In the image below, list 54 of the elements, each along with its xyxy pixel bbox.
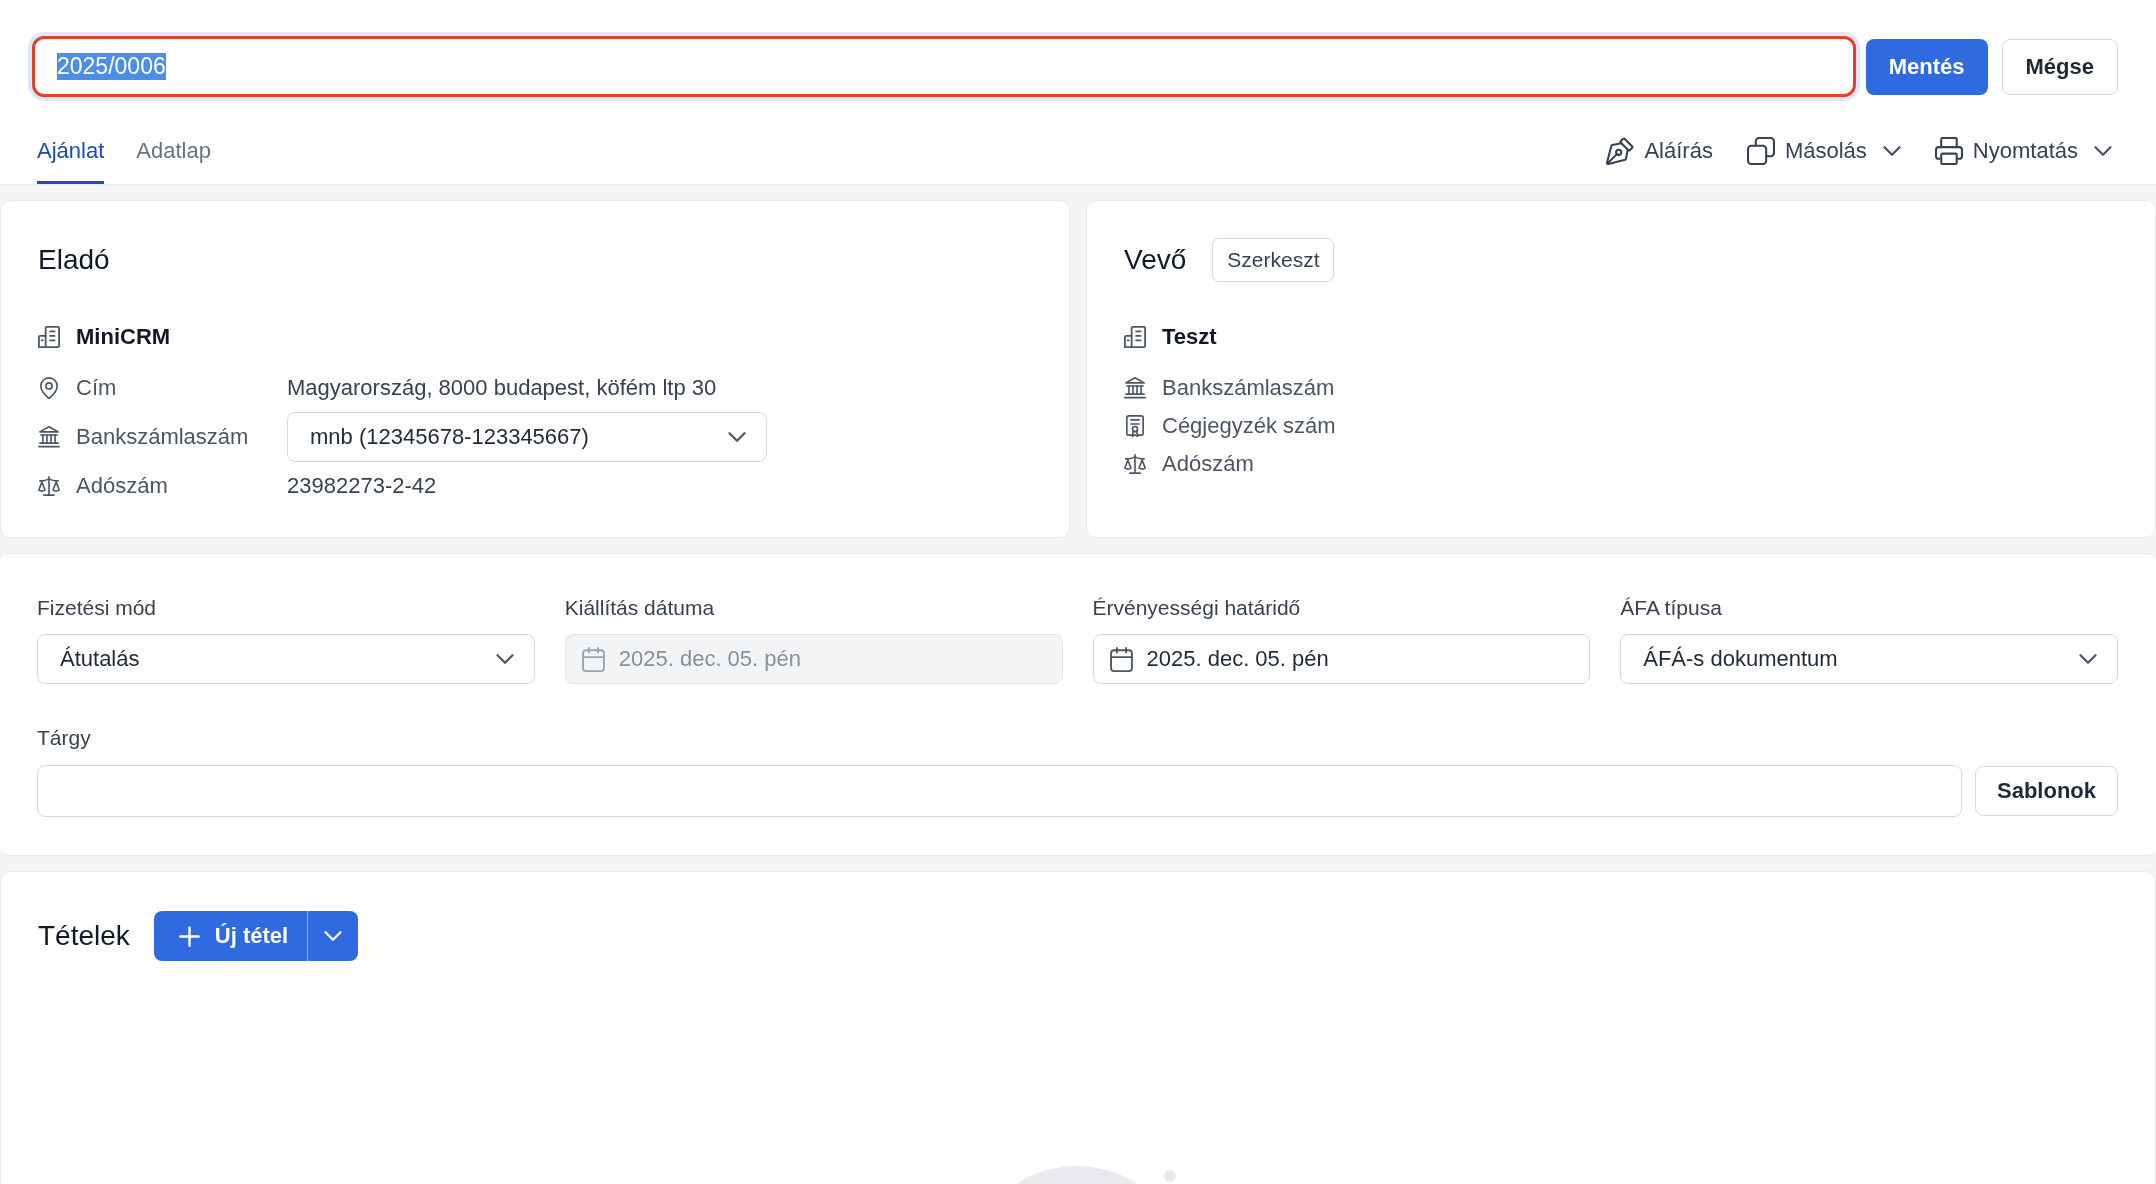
printer-icon xyxy=(1934,137,1963,165)
field-label: Érvényességi határidő xyxy=(1092,595,1302,621)
chevron-down-icon xyxy=(2094,146,2112,156)
info-label: Adószám xyxy=(76,473,169,499)
signature-button[interactable]: Aláírás xyxy=(1606,137,1713,165)
scales-icon xyxy=(1124,453,1146,475)
calendar-icon xyxy=(1109,646,1133,672)
certificate-icon xyxy=(1124,415,1146,437)
info-value: Magyarország, 8000 budapest, köfém ltp 30 xyxy=(287,375,717,401)
building-icon xyxy=(38,326,60,348)
plus-icon xyxy=(178,925,200,947)
add-item-button[interactable]: Új tétel xyxy=(153,911,308,961)
info-label: Cím xyxy=(76,375,118,401)
subject-input[interactable] xyxy=(37,765,1962,817)
save-button[interactable]: Mentés xyxy=(1865,38,1988,95)
select-field[interactable]: ÁFÁ-s dokumentum xyxy=(1620,634,2118,684)
chevron-down-icon xyxy=(495,654,514,664)
chevron-down-icon xyxy=(2079,654,2097,664)
tab[interactable]: Adatlap xyxy=(136,118,211,184)
bank-icon xyxy=(1124,377,1146,399)
field-label: ÁFA típusa xyxy=(1620,595,1723,621)
field-label: Fizetési mód xyxy=(37,595,158,621)
chevron-down-icon xyxy=(1882,146,1901,156)
tab[interactable]: Ajánlat xyxy=(37,118,105,184)
card-title: Vevő xyxy=(1124,244,1187,276)
bank-icon xyxy=(38,426,60,448)
scales-icon xyxy=(38,475,60,497)
company-name: Teszt xyxy=(1162,324,1217,350)
chevron-down-icon xyxy=(728,432,746,442)
pen-icon xyxy=(1606,137,1635,165)
copy-button[interactable]: Másolás xyxy=(1746,137,1901,165)
info-label: Bankszámlaszám xyxy=(1162,375,1335,401)
card-title: Eladó xyxy=(38,244,110,276)
company-name: MiniCRM xyxy=(76,324,171,350)
info-label: Adószám xyxy=(1162,451,1254,477)
date-field[interactable]: 2025. dec. 05. pén xyxy=(1092,634,1591,684)
bank-account-select[interactable]: mnb (12345678-123345667) xyxy=(287,412,767,462)
section-title: Tételek xyxy=(38,920,130,952)
select-field[interactable]: Átutalás xyxy=(37,634,535,684)
info-label: Bankszámlaszám xyxy=(76,424,250,450)
chevron-down-icon xyxy=(324,931,343,941)
dropdown-toggle-button[interactable] xyxy=(307,911,359,961)
print-button[interactable]: Nyomtatás xyxy=(1934,137,2112,165)
building-icon xyxy=(1124,326,1146,348)
calendar-icon xyxy=(581,646,605,672)
info-label: Cégjegyzék szám xyxy=(1162,413,1336,439)
info-value: 23982273-2-42 xyxy=(287,473,437,499)
cancel-button[interactable]: Mégse xyxy=(2001,38,2118,95)
field-label: Tárgy xyxy=(37,725,92,751)
templates-button[interactable]: Sablonok xyxy=(1975,766,2118,816)
map-pin-icon xyxy=(38,377,60,399)
field-label: Kiállítás dátuma xyxy=(564,595,716,621)
edit-button[interactable]: Szerkeszt xyxy=(1212,238,1335,282)
copy-icon xyxy=(1746,137,1775,165)
